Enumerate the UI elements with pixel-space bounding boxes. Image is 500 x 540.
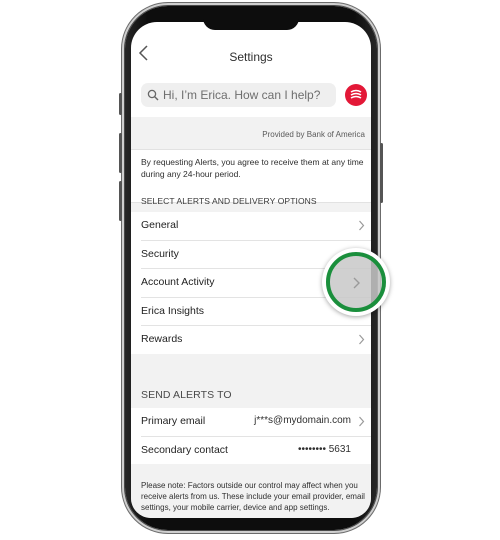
alerts-section-heading: SELECT ALERTS AND DELIVERY OPTIONS	[141, 196, 317, 206]
erica-logo-icon[interactable]	[345, 84, 367, 106]
secondary-contact-value: •••••••• 5631	[297, 443, 351, 455]
list-item-label: Erica Insights	[141, 304, 205, 317]
list-item-label: Account Activity	[141, 276, 215, 288]
search-icon	[147, 89, 159, 101]
chevron-right-icon	[353, 277, 360, 289]
phone-notch	[203, 12, 299, 30]
primary-email-value: j***s@mydomain.com	[254, 415, 351, 426]
disclaimer-text: By requesting Alerts, you agree to recei…	[141, 157, 364, 179]
send-alerts-heading: SEND ALERTS TO	[141, 389, 232, 401]
volume-up-button	[119, 133, 122, 173]
account-activity-highlight[interactable]	[326, 252, 386, 312]
delivery-note: Please note: Factors outside our control…	[141, 481, 365, 512]
volume-down-button	[119, 181, 122, 221]
list-item-label: Rewards	[141, 333, 183, 345]
list-item-label: Security	[141, 247, 179, 260]
list-item-general[interactable]: General	[141, 212, 371, 241]
mute-switch	[119, 93, 122, 115]
send-alerts-list: Primary email j***s@mydomain.com Seconda…	[131, 408, 371, 464]
page-title: Settings	[229, 50, 273, 64]
list-item-secondary-contact[interactable]: Secondary contact •••••••• 5631	[141, 437, 371, 465]
chevron-right-icon	[359, 334, 365, 345]
chevron-right-icon	[359, 220, 365, 231]
alerts-disclaimer: By requesting Alerts, you agree to recei…	[131, 149, 371, 203]
list-item-primary-email[interactable]: Primary email j***s@mydomain.com	[141, 408, 371, 437]
chevron-right-icon	[359, 416, 365, 427]
erica-search-field[interactable]: Hi, I’m Erica. How can I help?	[141, 83, 336, 107]
power-button	[380, 143, 383, 203]
provided-by-text: Provided by Bank of America	[262, 130, 365, 139]
list-item-label: Secondary contact	[141, 443, 228, 456]
list-item-label: General	[141, 219, 179, 231]
list-item-rewards[interactable]: Rewards	[141, 326, 371, 354]
list-item-label: Primary email	[141, 415, 206, 427]
search-placeholder: Hi, I’m Erica. How can I help?	[163, 88, 321, 102]
